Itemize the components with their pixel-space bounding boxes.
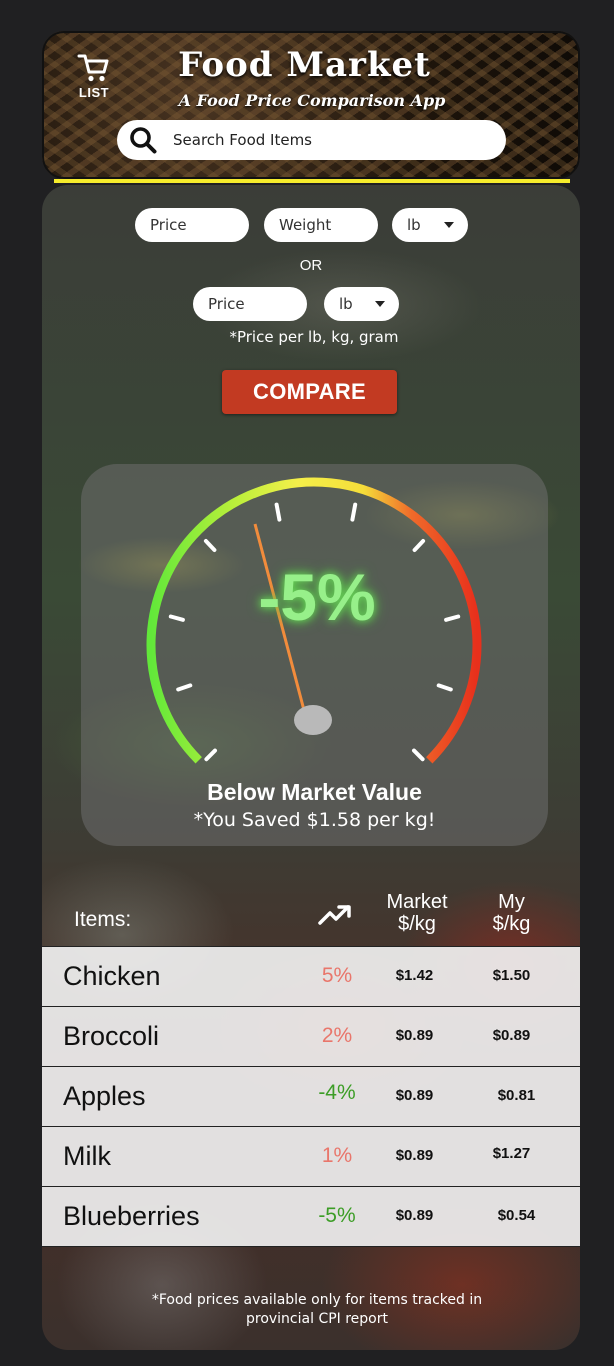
unit-select-2[interactable]: lb [324, 287, 399, 321]
weight-input[interactable]: Weight [264, 208, 378, 242]
cart-icon [77, 54, 109, 82]
item-change: 2% [321, 1024, 353, 1047]
my-price: $0.81 [497, 1087, 536, 1104]
unit-select-2-value: lb [339, 295, 353, 313]
item-change: 5% [321, 964, 353, 987]
header-divider [54, 179, 570, 183]
item-name: Blueberries [63, 1201, 200, 1231]
my-price: $1.50 [492, 967, 531, 984]
app-subtitle: A Food Price Comparison App [178, 91, 446, 110]
market-price: $1.42 [395, 967, 434, 984]
price-table: Chicken 5% $1.42 $1.50 Broccoli 2% $0.89… [42, 946, 580, 1247]
search-input[interactable] [171, 130, 475, 150]
gauge-status: Below Market Value [207, 779, 422, 805]
my-price: $0.54 [497, 1207, 536, 1224]
market-header-line2: $/kg [398, 913, 436, 935]
my-header-line2: $/kg [492, 913, 531, 935]
price-input[interactable]: Price [135, 208, 249, 242]
app-title: Food Market [178, 45, 431, 85]
item-name: Chicken [63, 961, 161, 991]
table-row[interactable]: Broccoli 2% $0.89 $0.89 [42, 1006, 580, 1066]
my-header-line1: My [498, 891, 525, 913]
market-header-line1: Market [386, 891, 448, 913]
market-price-header: Market $/kg [377, 891, 457, 935]
cpi-footnote: *Food prices available only for items tr… [151, 1292, 483, 1327]
my-price: $1.27 [492, 1145, 531, 1162]
chevron-down-icon [375, 301, 385, 307]
market-price: $0.89 [395, 1087, 434, 1104]
or-label: OR [299, 257, 323, 274]
item-name: Milk [63, 1141, 111, 1171]
search-icon [130, 127, 157, 154]
item-change: -5% [318, 1204, 356, 1227]
item-name: Apples [63, 1081, 146, 1111]
price-per-unit-input[interactable]: Price [193, 287, 307, 321]
market-price: $0.89 [395, 1027, 434, 1044]
chevron-down-icon [444, 222, 454, 228]
item-change: -4% [318, 1081, 356, 1104]
table-row[interactable]: Apples -4% $0.89 $0.81 [42, 1066, 580, 1126]
unit-note: *Price per lb, kg, gram [229, 328, 399, 346]
search-bar[interactable] [117, 120, 506, 160]
compare-button[interactable]: COMPARE [222, 370, 397, 414]
item-change: 1% [321, 1144, 353, 1167]
price2-placeholder: Price [208, 295, 245, 313]
my-price-header: My $/kg [474, 891, 549, 935]
item-name: Broccoli [63, 1021, 160, 1051]
weight-placeholder: Weight [279, 216, 332, 234]
shopping-list-button[interactable]: LIST [72, 53, 116, 100]
list-label: LIST [78, 85, 110, 100]
market-price: $0.89 [395, 1207, 434, 1224]
market-price: $0.89 [395, 1147, 434, 1164]
table-row[interactable]: Milk 1% $0.89 $1.27 [42, 1126, 580, 1186]
items-header: Items: [74, 908, 132, 931]
savings-text: *You Saved $1.58 per kg! [193, 809, 436, 831]
app-header: LIST Food Market A Food Price Comparison… [42, 31, 580, 179]
trending-up-icon [317, 903, 353, 932]
gauge-card: -5% Below Market Value *You Saved $1.58 … [81, 464, 548, 846]
table-row[interactable]: Chicken 5% $1.42 $1.50 [42, 946, 580, 1006]
unit-select[interactable]: lb [392, 208, 468, 242]
main-panel: Price Weight lb OR Price lb *Price per l… [42, 185, 580, 1350]
price-placeholder: Price [150, 216, 187, 234]
my-price: $0.89 [492, 1027, 531, 1044]
table-row[interactable]: Blueberries -5% $0.89 $0.54 [42, 1186, 580, 1247]
gauge-percent: -5% [258, 560, 376, 634]
unit-select-value: lb [407, 216, 421, 234]
gauge-needle-hub [294, 705, 332, 735]
